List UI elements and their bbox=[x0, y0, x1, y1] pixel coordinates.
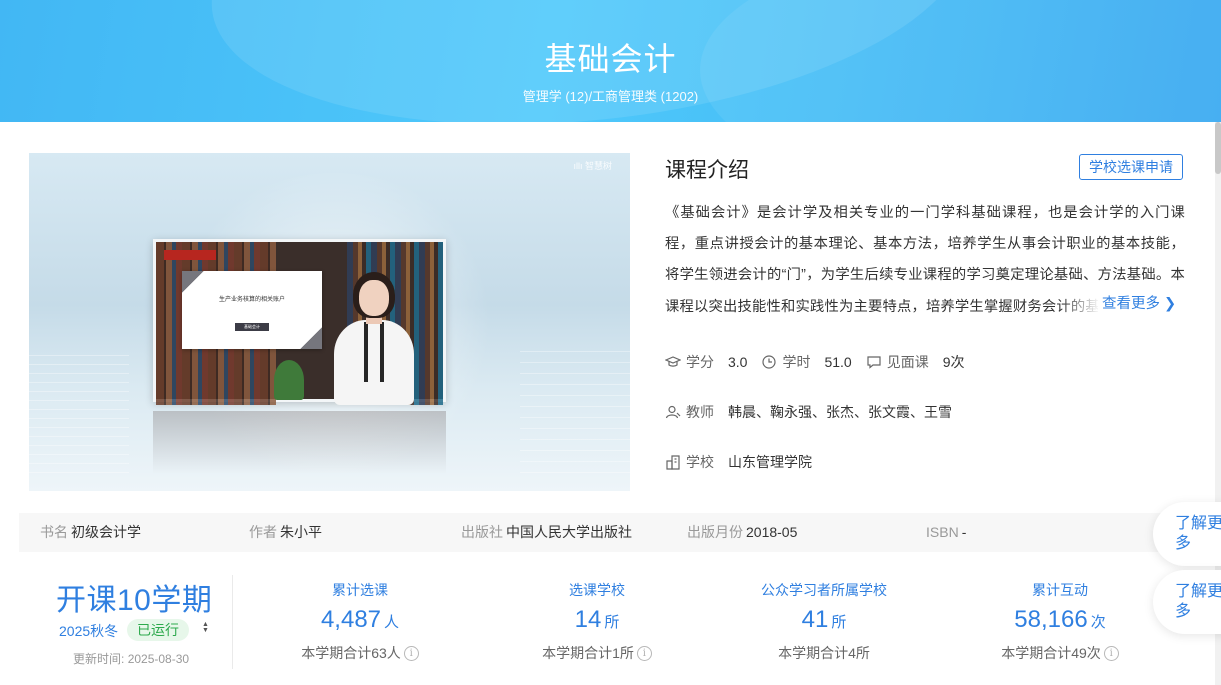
status-badge: 已运行 bbox=[127, 619, 189, 641]
stat-subtotal: 本学期合计1所 i bbox=[542, 643, 652, 663]
meeting-label: 见面课 bbox=[886, 354, 929, 370]
book-date-value: 2018-05 bbox=[746, 524, 798, 540]
info-icon[interactable]: i bbox=[403, 645, 419, 661]
school-logo bbox=[164, 250, 216, 260]
hours-item: 学时 51.0 bbox=[761, 352, 865, 372]
video-decoration bbox=[520, 343, 630, 473]
course-banner: 基础会计 管理学 (12)/工商管理类 (1202) bbox=[0, 0, 1221, 122]
video-frame: 生产业务核算的相关账户 基础会计 bbox=[153, 239, 446, 405]
stat-value: 58,166 bbox=[1014, 606, 1088, 633]
stat-unit: 人 bbox=[384, 614, 400, 631]
plant-image bbox=[274, 360, 304, 400]
learn-more-button[interactable]: 了解更多 bbox=[1153, 570, 1221, 634]
book-author-label: 作者 bbox=[249, 524, 277, 540]
stat-unit: 所 bbox=[831, 614, 847, 631]
book-publisher-label: 出版社 bbox=[461, 524, 503, 540]
school-label: 学校 bbox=[686, 454, 714, 470]
semester-count: 开课10学期 bbox=[56, 584, 213, 617]
stat-interactions: 累计互动 58,166 次 本学期合计49次 i bbox=[960, 580, 1160, 663]
video-reflection bbox=[153, 411, 446, 481]
lecture-slide: 生产业务核算的相关账户 基础会计 bbox=[182, 271, 322, 349]
course-title: 基础会计 bbox=[544, 41, 677, 77]
hours-label: 学时 bbox=[782, 354, 811, 370]
teacher-row: 教师 韩晨、鞠永强、张杰、张文霞、王雪 bbox=[665, 402, 966, 422]
learn-more-button[interactable]: 了解更多 bbox=[1153, 502, 1221, 566]
lecturer-image bbox=[328, 272, 418, 405]
book-name-label: 书名 bbox=[40, 524, 68, 540]
book-isbn-label: ISBN bbox=[926, 524, 959, 540]
stat-public-learner-schools: 公众学习者所属学校 41 所 本学期合计4所 bbox=[724, 580, 924, 663]
view-more-link[interactable]: 查看更多 ❯ bbox=[1098, 290, 1177, 318]
meeting-item: 见面课 9次 bbox=[866, 352, 979, 372]
book-author-value: 朱小平 bbox=[280, 524, 322, 540]
course-meta-row: 学分 3.0 学时 51.0 见面课 9次 bbox=[665, 352, 979, 372]
clock-icon bbox=[762, 355, 777, 369]
stat-subtotal-text: 本学期合计1所 bbox=[542, 645, 634, 661]
stat-subtotal-text: 本学期合计49次 bbox=[1001, 645, 1101, 661]
stat-number: 4,487 人 bbox=[260, 606, 460, 634]
stat-subtotal: 本学期合计63人 i bbox=[301, 643, 419, 663]
update-time-label: 更新时间: bbox=[73, 652, 125, 666]
teacher-names: 韩晨、鞠永强、张杰、张文霞、王雪 bbox=[728, 404, 952, 420]
school-apply-button[interactable]: 学校选课申请 bbox=[1079, 154, 1183, 180]
stat-label: 累计选课 bbox=[332, 582, 388, 598]
course-video-player[interactable]: ıllı 智慧树 生产业务核算的相关账户 基础会计 bbox=[29, 153, 630, 491]
stat-number: 41 所 bbox=[724, 606, 924, 634]
update-time: 更新时间: 2025-08-30 bbox=[73, 650, 189, 667]
book-isbn-value: - bbox=[961, 524, 967, 540]
video-decoration bbox=[29, 353, 129, 473]
stat-value: 4,487 bbox=[320, 606, 382, 633]
stat-subtotal: 本学期合计4所 bbox=[778, 643, 870, 663]
credit-label: 学分 bbox=[686, 354, 714, 370]
update-time-value: 2025-08-30 bbox=[127, 652, 190, 666]
stat-number: 14 所 bbox=[497, 606, 697, 634]
sort-toggle-icon[interactable]: ▲ ▼ bbox=[202, 621, 209, 634]
scrollbar-thumb[interactable] bbox=[1215, 122, 1221, 174]
book-date-label: 出版月份 bbox=[687, 524, 743, 540]
stats-divider bbox=[232, 575, 233, 669]
stat-subtotal-text: 本学期合计4所 bbox=[778, 645, 870, 661]
stat-subtotal: 本学期合计49次 i bbox=[1001, 643, 1119, 663]
textbook-info-bar: 书名 初级会计学 作者 朱小平 出版社 中国人民大学出版社 出版月份 2018-05 I… bbox=[19, 513, 1190, 552]
building-icon bbox=[666, 455, 680, 470]
teacher-label: 教师 bbox=[686, 404, 714, 420]
slide-tag: 基础会计 bbox=[235, 323, 269, 331]
book-isbn: ISBN - bbox=[926, 513, 966, 552]
intro-heading: 课程介绍 bbox=[665, 159, 749, 182]
stat-label: 累计互动 bbox=[1032, 582, 1088, 598]
school-name: 山东管理学院 bbox=[728, 454, 812, 470]
stat-value: 41 bbox=[801, 606, 829, 633]
credit-value: 3.0 bbox=[728, 354, 748, 370]
hours-value: 51.0 bbox=[824, 354, 852, 370]
book-publisher: 出版社 中国人民大学出版社 bbox=[461, 513, 632, 552]
school-row: 学校 山东管理学院 bbox=[665, 452, 826, 472]
graduation-cap-icon bbox=[665, 356, 681, 367]
stat-unit: 所 bbox=[604, 614, 620, 631]
info-icon[interactable]: i bbox=[636, 645, 652, 661]
book-publisher-value: 中国人民大学出版社 bbox=[506, 524, 632, 540]
user-icon bbox=[665, 405, 681, 419]
slide-title: 生产业务核算的相关账户 bbox=[218, 297, 285, 303]
meeting-value: 9次 bbox=[942, 354, 965, 370]
stat-number: 58,166 次 bbox=[960, 606, 1160, 634]
video-watermark: ıllı 智慧树 bbox=[573, 161, 612, 171]
text-fade bbox=[1060, 289, 1100, 317]
stat-subtotal-text: 本学期合计63人 bbox=[301, 645, 401, 661]
term-selector[interactable]: 2025秋冬 bbox=[59, 621, 118, 641]
stat-value: 14 bbox=[574, 606, 602, 633]
credit-item: 学分 3.0 bbox=[665, 352, 761, 372]
stat-label: 公众学习者所属学校 bbox=[761, 582, 887, 598]
book-name-value: 初级会计学 bbox=[71, 524, 141, 540]
stat-schools: 选课学校 14 所 本学期合计1所 i bbox=[497, 580, 697, 663]
book-author: 作者 朱小平 bbox=[249, 513, 322, 552]
course-category: 管理学 (12)/工商管理类 (1202) bbox=[522, 89, 699, 104]
stat-total-enrollment: 累计选课 4,487 人 本学期合计63人 i bbox=[260, 580, 460, 663]
chat-bubble-icon bbox=[867, 356, 881, 369]
stat-unit: 次 bbox=[1090, 614, 1106, 631]
info-icon[interactable]: i bbox=[1103, 645, 1119, 661]
book-name: 书名 初级会计学 bbox=[40, 513, 141, 552]
stat-label: 选课学校 bbox=[569, 582, 625, 598]
book-publish-date: 出版月份 2018-05 bbox=[687, 513, 797, 552]
